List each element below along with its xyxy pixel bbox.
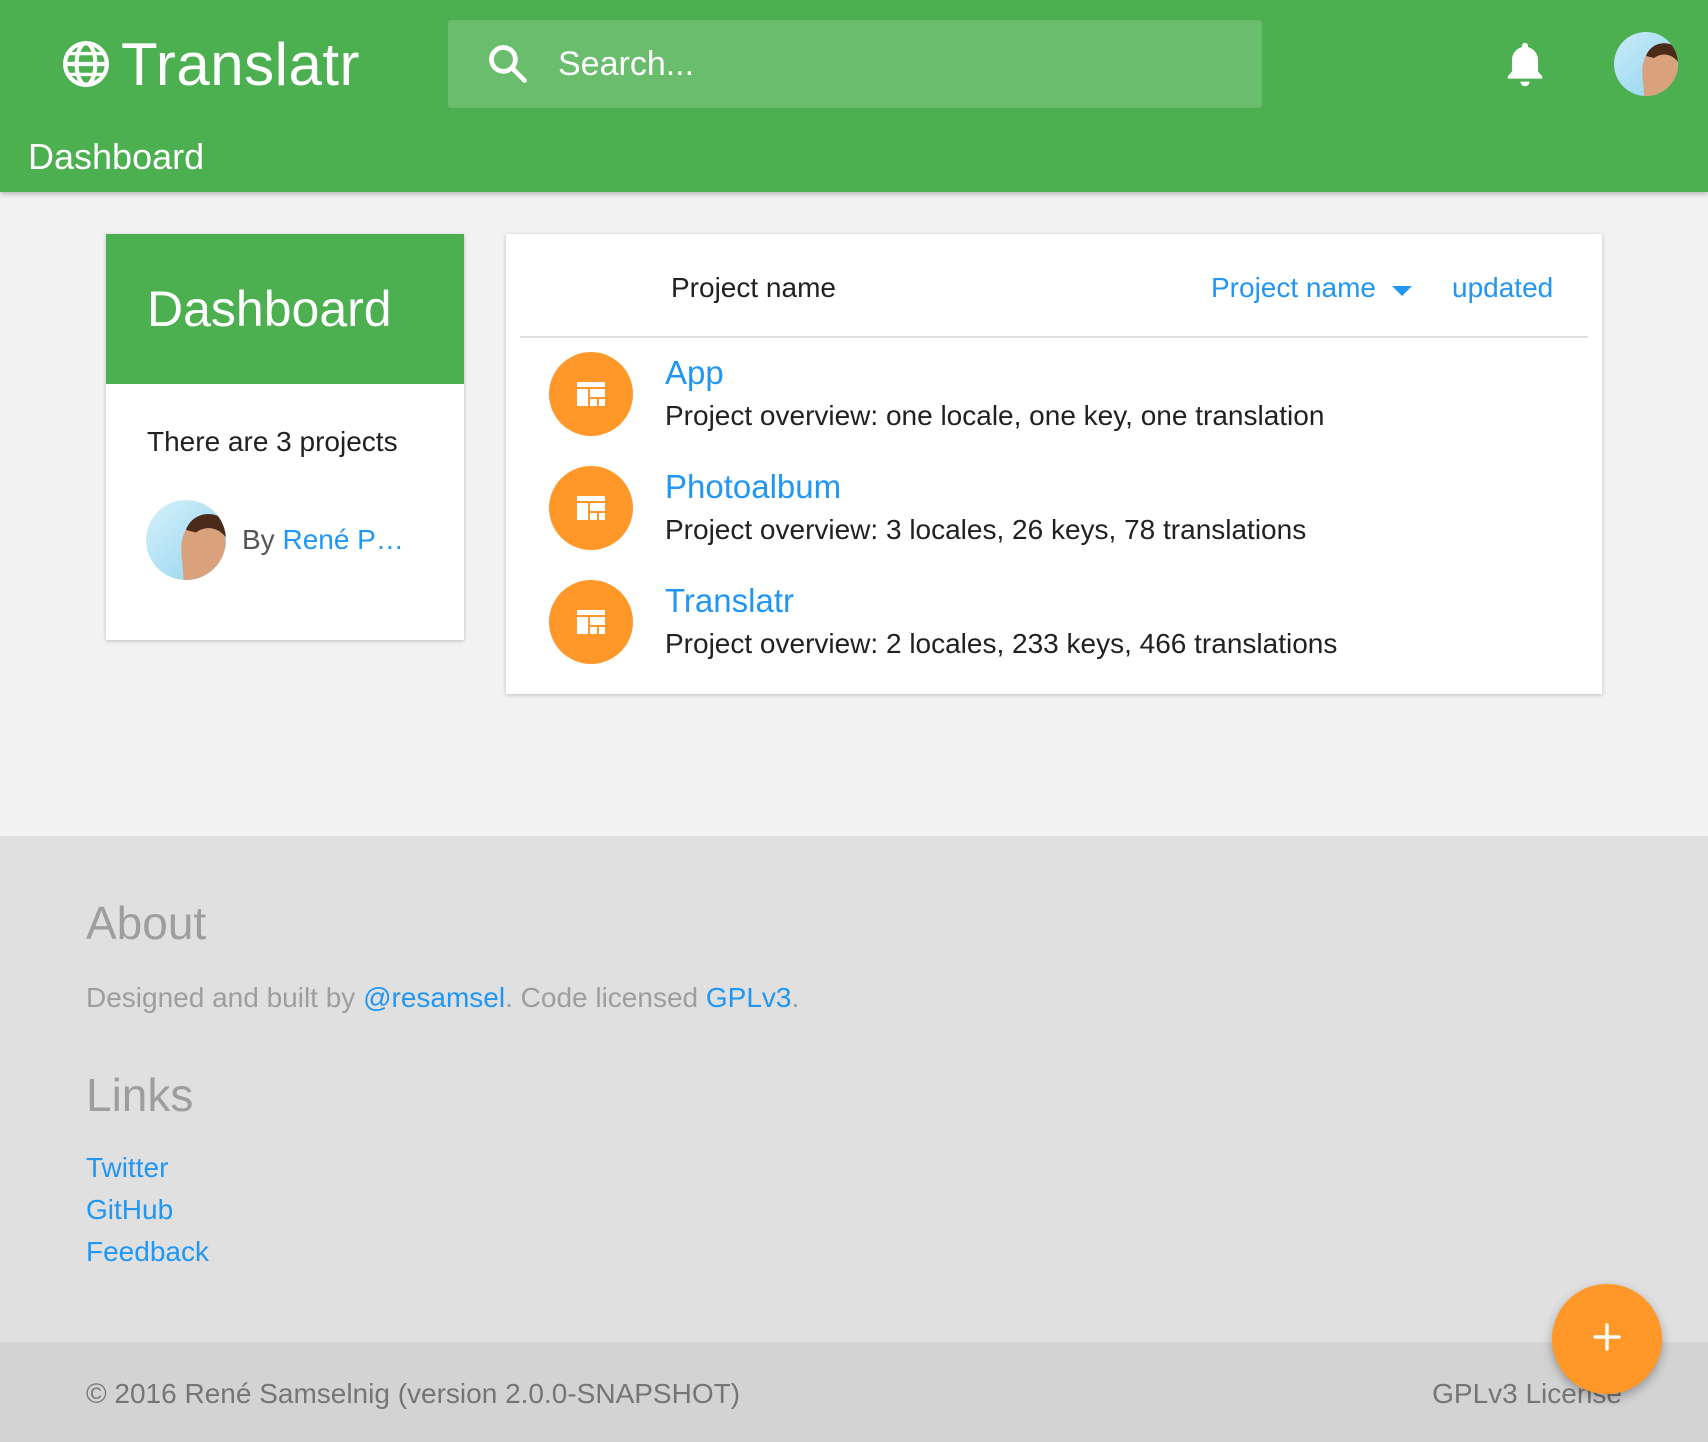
dashboard-owner: By René P…	[146, 500, 404, 580]
project-name-link[interactable]: Translatr	[665, 582, 794, 620]
search-input[interactable]	[558, 20, 1238, 108]
app-title: Translatr	[121, 30, 360, 98]
copyright: © 2016 René Samselnig (version 2.0.0-SNA…	[86, 1378, 741, 1409]
sort-by-updated[interactable]: updated	[1452, 272, 1553, 304]
add-project-button[interactable]	[1552, 1284, 1662, 1394]
avatar[interactable]	[146, 500, 226, 580]
about-heading: About	[86, 897, 207, 949]
user-avatar[interactable]	[1614, 32, 1678, 96]
list-header: Project name Project name updated	[520, 234, 1588, 338]
about-mid: . Code licensed	[505, 982, 706, 1013]
project-name-link[interactable]: Photoalbum	[665, 468, 841, 506]
project-count: There are 3 projects	[147, 426, 398, 457]
project-overview: Project overview: 3 locales, 26 keys, 78…	[665, 514, 1307, 545]
bell-icon[interactable]	[1502, 38, 1548, 90]
plus-icon	[1592, 1322, 1622, 1357]
page-title: Dashboard	[28, 136, 205, 177]
project-list-card: Project name Project name updated App Pr…	[506, 234, 1602, 694]
sort-label: Project name	[1211, 272, 1376, 303]
list-item[interactable]: Translatr Project overview: 2 locales, 2…	[506, 580, 1602, 694]
search-bar	[448, 20, 1262, 108]
github-link[interactable]: GitHub	[86, 1194, 173, 1226]
brand[interactable]: Translatr	[61, 27, 360, 101]
about-suffix: .	[791, 982, 800, 1013]
dashboard-icon	[549, 580, 633, 664]
dashboard-icon	[549, 466, 633, 550]
project-overview: Project overview: 2 locales, 233 keys, 4…	[665, 628, 1338, 659]
by-label: By	[242, 524, 275, 555]
twitter-link[interactable]: Twitter	[86, 1152, 168, 1184]
project-name-link[interactable]: App	[665, 354, 724, 392]
bottom-bar: © 2016 René Samselnig (version 2.0.0-SNA…	[0, 1342, 1708, 1442]
sort-by-name-dropdown[interactable]: Project name	[1211, 272, 1412, 304]
dashboard-card-title: Dashboard	[106, 234, 464, 384]
list-item[interactable]: Photoalbum Project overview: 3 locales, …	[506, 466, 1602, 580]
footer: About Designed and built by @resamsel. C…	[0, 836, 1708, 1342]
owner-label: By René P…	[242, 524, 404, 556]
globe-icon	[61, 39, 111, 89]
feedback-link[interactable]: Feedback	[86, 1236, 209, 1268]
links-heading: Links	[86, 1069, 194, 1121]
license-link[interactable]: GPLv3	[706, 982, 792, 1013]
about-text: Designed and built by @resamsel. Code li…	[86, 982, 799, 1014]
owner-link[interactable]: René P…	[282, 524, 403, 555]
chevron-down-icon	[1391, 286, 1412, 296]
dashboard-icon	[549, 352, 633, 436]
app-bar: Translatr Dashboard	[0, 0, 1708, 192]
dashboard-card: Dashboard There are 3 projects By René P…	[106, 234, 464, 640]
about-prefix: Designed and built by	[86, 982, 364, 1013]
search-icon	[486, 42, 530, 86]
author-link[interactable]: @resamsel	[363, 982, 505, 1013]
list-item[interactable]: App Project overview: one locale, one ke…	[506, 352, 1602, 466]
column-title: Project name	[671, 272, 836, 303]
project-overview: Project overview: one locale, one key, o…	[665, 400, 1325, 431]
